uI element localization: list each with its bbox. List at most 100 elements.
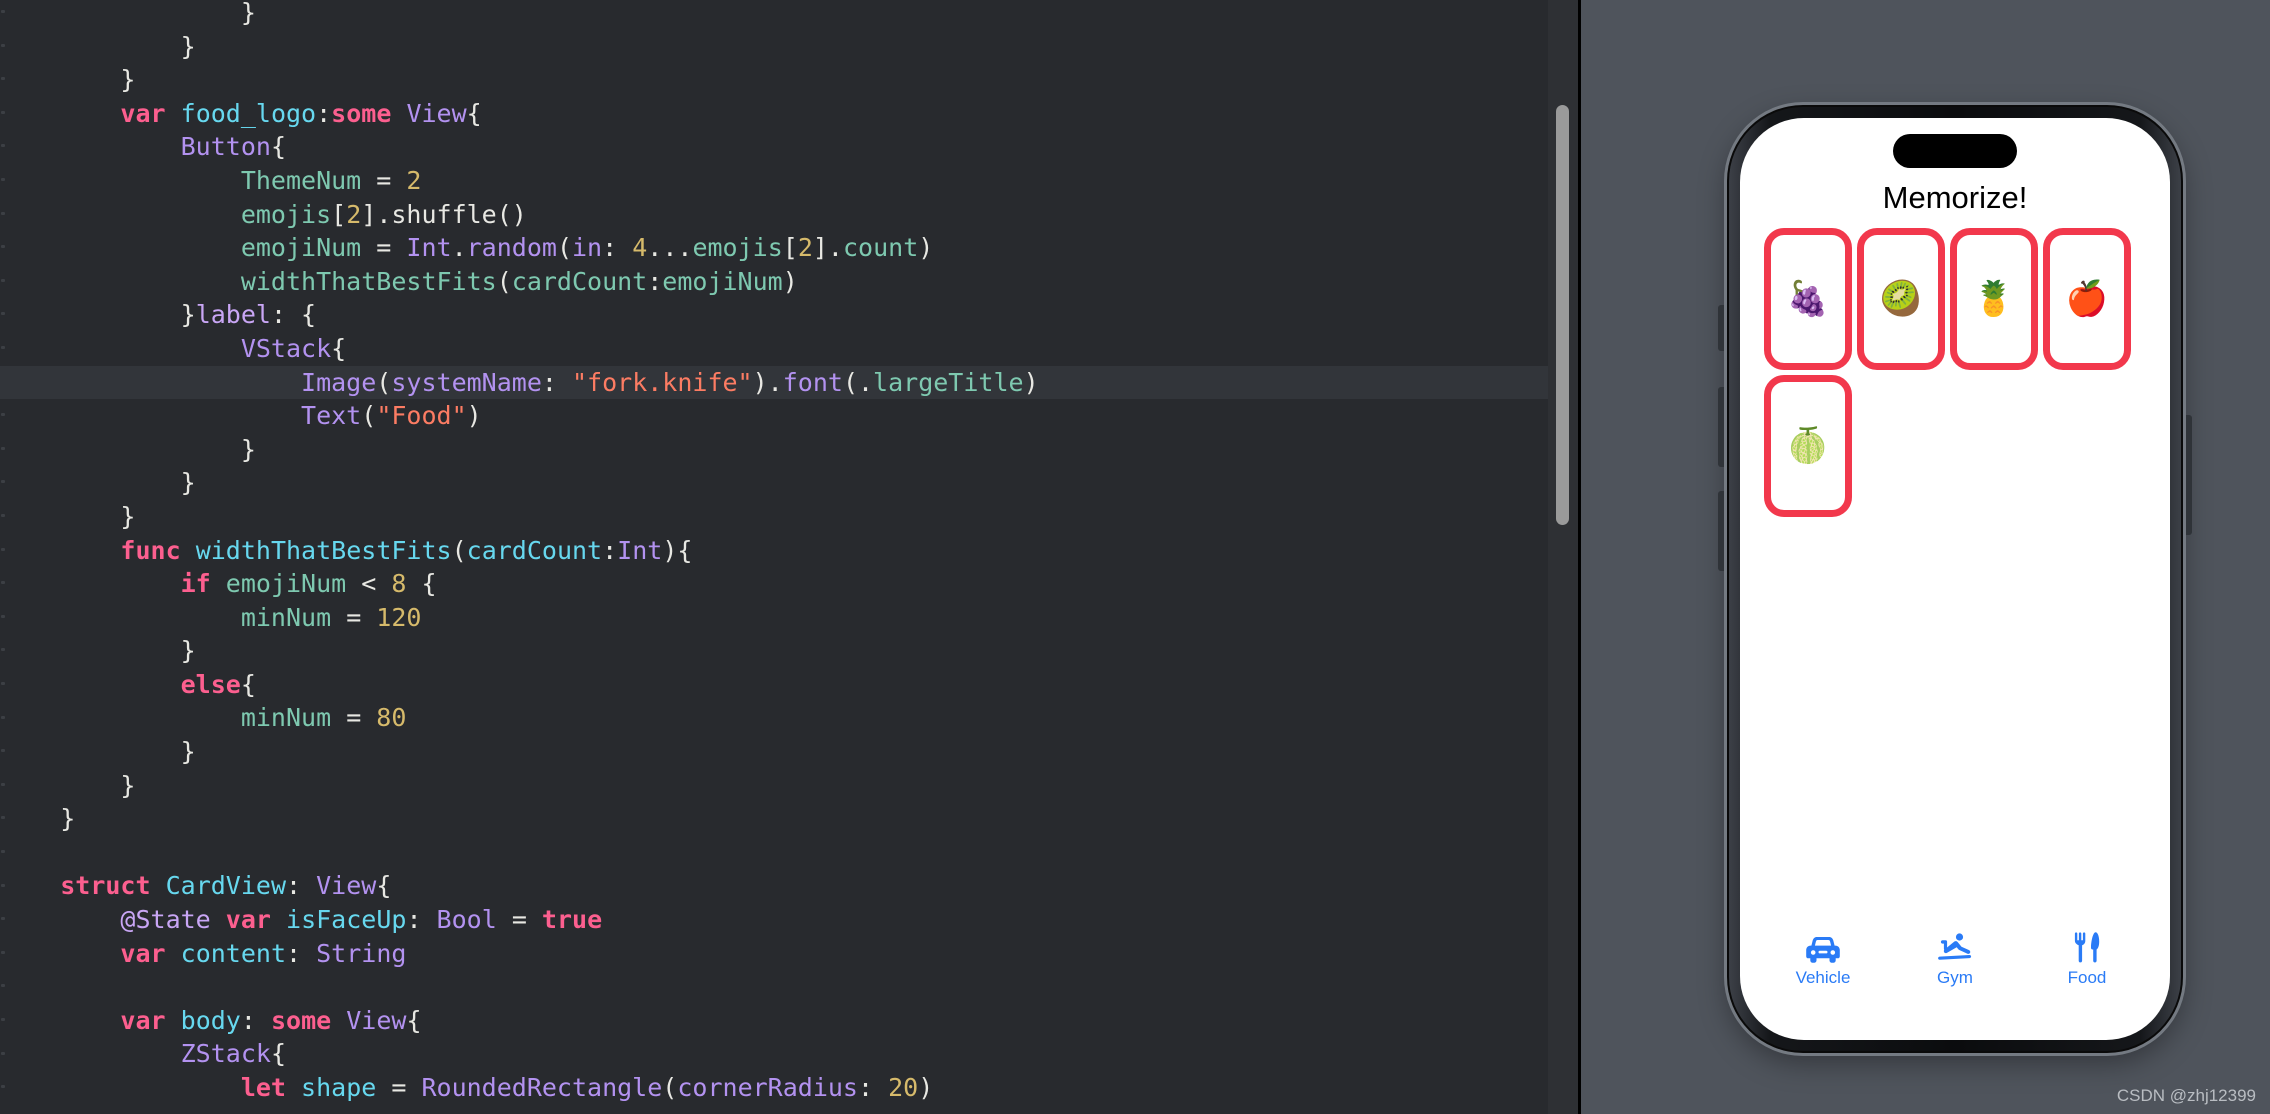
code-line[interactable]: Image(systemName: "fork.knife").font(.la… [0,365,1548,400]
code-line[interactable]: } [0,0,1548,30]
code-line[interactable]: } [0,466,1548,500]
iphone-device-frame: Memorize! 🍇 🥝 🍍 🍎 🍈 Vehicle Gym Food [1718,105,2192,1053]
page-title: Memorize! [1882,180,2028,215]
code-editor-pane[interactable]: } } } var food_logo:some View{ Button{ T… [0,0,1578,1114]
code-line-text: minNum = 80 [240,703,407,733]
editor-vertical-scrollbar-track[interactable] [1548,0,1578,1114]
code-line-text: func widthThatBestFits(cardCount:Int){ [120,535,693,565]
code-line[interactable]: else{ [0,668,1548,702]
tab-food[interactable]: Food [2044,931,2130,988]
code-line-text: VStack{ [240,333,347,363]
code-line-text: Text("Food") [301,401,482,431]
code-line[interactable]: if emojiNum < 8 { [0,567,1548,601]
code-line-text: } [120,501,136,531]
code-line-text: var content: String [120,938,407,968]
code-line[interactable]: }label: { [0,298,1548,332]
code-line[interactable]: emojis[2].shuffle() [0,198,1548,232]
code-line-text: emojiNum = Int.random(in: 4...emojis[2].… [240,233,934,263]
code-line-text: var food_logo:some View{ [120,98,482,128]
code-line[interactable]: var content: String [0,937,1548,971]
code-line[interactable]: } [0,30,1548,64]
code-line[interactable]: Text("Food") [0,399,1548,433]
code-line-text: } [240,0,256,27]
code-line[interactable] [0,970,1548,1004]
code-line-text: } [180,31,196,61]
code-line[interactable]: Button{ [0,130,1548,164]
code-line-text: let shape = RoundedRectangle(cornerRadiu… [240,1073,934,1102]
tab-gym[interactable]: Gym [1912,931,1998,988]
tab-label: Food [2067,968,2107,987]
memory-card-grid[interactable]: 🍇 🥝 🍍 🍎 🍈 [1764,228,2146,517]
code-line-text: } [240,434,256,464]
memory-card-red-apple[interactable]: 🍎 [2043,228,2131,370]
code-line[interactable]: } [0,63,1548,97]
code-line[interactable]: @State var isFaceUp: Bool = true [0,903,1548,937]
preview-pane: Memorize! 🍇 🥝 🍍 🍎 🍈 Vehicle Gym Food CSDN @zhj… [1581,0,2270,1114]
code-line-text: Image(systemName: "fork.knife").font(.la… [301,367,1039,397]
phone-screen[interactable]: Memorize! 🍇 🥝 🍍 🍎 🍈 Vehicle Gym Food [1740,118,2170,1040]
code-line-text: var body: some View{ [120,1005,422,1035]
code-line[interactable]: struct CardView: View{ [0,869,1548,903]
phone-volume-down-button[interactable] [1718,491,1724,571]
card-emoji: 🍍 [1972,279,2016,319]
code-line[interactable]: } [0,433,1548,467]
code-line[interactable]: } [0,735,1548,769]
code-line-text: minNum = 120 [240,602,422,632]
memory-card-kiwi[interactable]: 🥝 [1857,228,1945,370]
code-line-text: widthThatBestFits(cardCount:emojiNum) [240,266,798,296]
code-line[interactable]: var food_logo:some View{ [0,97,1548,131]
dynamic-island [1893,134,2017,168]
code-line-text: ThemeNum = 2 [240,165,422,195]
memory-card-melon[interactable]: 🍈 [1764,375,1852,517]
code-line-text: else{ [180,669,256,699]
code-line[interactable]: } [0,634,1548,668]
watermark-text: CSDN @zhj12399 [2116,1086,2256,1105]
code-line[interactable]: minNum = 120 [0,601,1548,635]
code-line[interactable]: ZStack{ [0,1037,1548,1071]
phone-silent-switch[interactable] [1718,305,1724,351]
fork-knife-icon [2073,931,2101,963]
card-emoji: 🍈 [1786,426,1830,466]
code-line-text: @State var isFaceUp: Bool = true [120,905,603,935]
code-line-text: } [180,636,196,666]
code-line-text: } [120,770,136,800]
code-line[interactable]: widthThatBestFits(cardCount:emojiNum) [0,265,1548,299]
card-emoji: 🥝 [1879,279,1923,319]
phone-power-button[interactable] [2186,415,2192,535]
code-line-text: }label: { [180,300,317,330]
memory-card-pineapple[interactable]: 🍍 [1950,228,2038,370]
code-line-text: Button{ [180,132,286,162]
car-icon [1803,931,1843,963]
code-line[interactable]: func widthThatBestFits(cardCount:Int){ [0,534,1548,568]
app-root: } } } var food_logo:some View{ Button{ T… [0,0,2270,1114]
card-emoji: 🍎 [2065,279,2109,319]
code-line[interactable] [0,836,1548,870]
code-line[interactable]: } [0,802,1548,836]
code-line-text: } [60,804,76,834]
editor-vertical-scrollbar-thumb[interactable] [1556,105,1569,525]
code-line[interactable]: } [0,500,1548,534]
memory-card-grapes[interactable]: 🍇 [1764,228,1852,370]
code-line[interactable]: ThemeNum = 2 [0,164,1548,198]
code-line-text: } [180,737,196,767]
tab-label: Gym [1937,968,1973,987]
code-line-text: ZStack{ [180,1039,286,1069]
code-line[interactable]: } [0,769,1548,803]
code-line-text: } [120,65,136,95]
code-line-text: if emojiNum < 8 { [180,569,437,599]
phone-volume-up-button[interactable] [1718,387,1724,467]
code-text-surface[interactable]: } } } var food_logo:some View{ Button{ T… [0,0,1548,1110]
bottom-tab-bar[interactable]: Vehicle Gym Food [1740,931,2170,988]
code-line[interactable]: var body: some View{ [0,1004,1548,1038]
code-line[interactable]: VStack{ [0,332,1548,366]
code-line-text: } [180,468,196,498]
code-line[interactable]: minNum = 80 [0,701,1548,735]
tab-vehicle[interactable]: Vehicle [1780,931,1866,988]
figure-skiing-icon [1935,931,1975,963]
code-line-text: emojis[2].shuffle() [240,199,527,229]
card-emoji: 🍇 [1786,279,1830,319]
tab-label: Vehicle [1795,968,1851,987]
code-line[interactable]: let shape = RoundedRectangle(cornerRadiu… [0,1071,1548,1105]
code-line[interactable]: emojiNum = Int.random(in: 4...emojis[2].… [0,231,1548,265]
code-line-text: struct CardView: View{ [60,871,392,901]
